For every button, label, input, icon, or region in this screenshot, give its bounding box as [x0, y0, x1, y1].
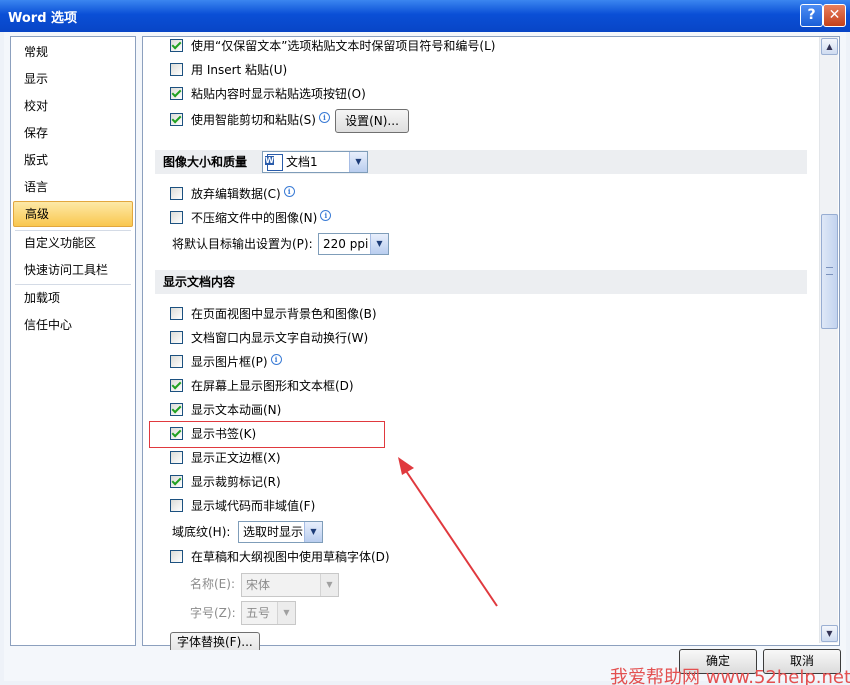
- window-title: Word 选项: [8, 11, 78, 26]
- no-compress-images-label: 不压缩文件中的图像(N): [191, 211, 318, 225]
- image-doc-select[interactable]: 文档1 ▼: [262, 151, 368, 173]
- nav-item-save[interactable]: 保存: [13, 121, 133, 145]
- highlight-box: [149, 421, 385, 448]
- word-document-icon: [265, 154, 283, 171]
- chevron-down-icon[interactable]: ▼: [277, 602, 295, 624]
- title-bar: Word 选项 ? ✕: [0, 0, 850, 32]
- picture-placeholders-label: 显示图片框(P): [191, 355, 268, 369]
- checkbox[interactable]: [170, 379, 183, 392]
- nav-item-language[interactable]: 语言: [13, 175, 133, 199]
- nav-item-addins[interactable]: 加载项: [13, 286, 133, 310]
- font-size-label: 字号(Z):: [190, 606, 236, 620]
- scroll-thumb[interactable]: [821, 214, 838, 329]
- smart-paste-settings-button[interactable]: 设置(N)...: [335, 109, 409, 133]
- image-size-section-header: 图像大小和质量: [155, 150, 807, 174]
- grip-icon: [826, 267, 833, 275]
- info-icon: i: [283, 186, 295, 197]
- watermark: 我爱帮助网 www.52help.net: [610, 667, 850, 685]
- doc-select-value: 文档1: [286, 155, 318, 169]
- checkbox[interactable]: [170, 113, 183, 126]
- section-title: 图像大小和质量: [163, 155, 248, 169]
- checkbox[interactable]: [170, 87, 183, 100]
- resolution-value: 220 ppi: [323, 237, 369, 251]
- close-button[interactable]: ✕: [823, 4, 846, 27]
- resolution-label: 将默认目标输出设置为(P):: [172, 237, 313, 251]
- chevron-down-icon[interactable]: ▼: [320, 574, 338, 596]
- font-size-select[interactable]: 五号 ▼: [241, 601, 296, 625]
- nav-item-customize-ribbon[interactable]: 自定义功能区: [13, 231, 133, 255]
- word-options-dialog: Word 选项 ? ✕ 常规 显示 校对 保存 版式 语言 高级 自定义功能区 …: [0, 0, 850, 685]
- field-shading-select[interactable]: 选取时显示 ▼: [238, 521, 323, 543]
- help-button[interactable]: ?: [800, 4, 823, 27]
- font-size-value: 五号: [246, 606, 271, 620]
- nav-item-layout[interactable]: 版式: [13, 148, 133, 172]
- checkbox[interactable]: [170, 451, 183, 464]
- chevron-down-icon[interactable]: ▼: [370, 234, 388, 254]
- nav-item-quick-access-toolbar[interactable]: 快速访问工具栏: [13, 258, 133, 282]
- info-icon: i: [318, 112, 330, 123]
- scroll-up-icon[interactable]: ▲: [821, 38, 838, 55]
- category-nav: 常规 显示 校对 保存 版式 语言 高级 自定义功能区 快速访问工具栏 加载项 …: [10, 36, 136, 646]
- font-substitution-button[interactable]: 字体替换(F)...: [170, 632, 260, 650]
- checkbox[interactable]: [170, 331, 183, 344]
- chevron-down-icon[interactable]: ▼: [349, 152, 367, 172]
- vertical-scrollbar[interactable]: ▲ ▼: [819, 37, 838, 643]
- nav-item-display[interactable]: 显示: [13, 67, 133, 91]
- info-icon: i: [320, 210, 332, 221]
- smart-cut-paste-label: 使用智能剪切和粘贴(S): [191, 113, 316, 127]
- checkbox[interactable]: [170, 211, 183, 224]
- section-title: 显示文档内容: [163, 275, 236, 289]
- nav-item-general[interactable]: 常规: [13, 40, 133, 64]
- scroll-down-icon[interactable]: ▼: [821, 625, 838, 642]
- checkbox[interactable]: [170, 403, 183, 416]
- nav-separator: [15, 284, 131, 285]
- checkbox[interactable]: [170, 475, 183, 488]
- info-icon: i: [270, 354, 282, 365]
- nav-item-trust-center[interactable]: 信任中心: [13, 313, 133, 337]
- checkbox[interactable]: [170, 63, 183, 76]
- field-shading-value: 选取时显示: [243, 525, 304, 539]
- annotation-arrow-icon: [398, 457, 498, 607]
- checkbox[interactable]: [170, 187, 183, 200]
- resolution-select[interactable]: 220 ppi ▼: [318, 233, 389, 255]
- discard-edit-data-label: 放弃编辑数据(C): [191, 187, 281, 201]
- checkbox[interactable]: [170, 307, 183, 320]
- checkbox[interactable]: [170, 355, 183, 368]
- font-name-label: 名称(E):: [190, 577, 235, 591]
- font-name-value: 宋体: [246, 578, 271, 592]
- chevron-down-icon[interactable]: ▼: [304, 522, 322, 542]
- checkbox[interactable]: [170, 550, 183, 563]
- checkbox[interactable]: [170, 39, 183, 52]
- nav-item-advanced[interactable]: 高级: [13, 201, 133, 227]
- checkbox[interactable]: [170, 499, 183, 512]
- font-name-select[interactable]: 宋体 ▼: [241, 573, 339, 597]
- display-content-section-header: 显示文档内容: [155, 270, 807, 294]
- nav-item-proofing[interactable]: 校对: [13, 94, 133, 118]
- field-shading-label: 域底纹(H):: [172, 525, 231, 539]
